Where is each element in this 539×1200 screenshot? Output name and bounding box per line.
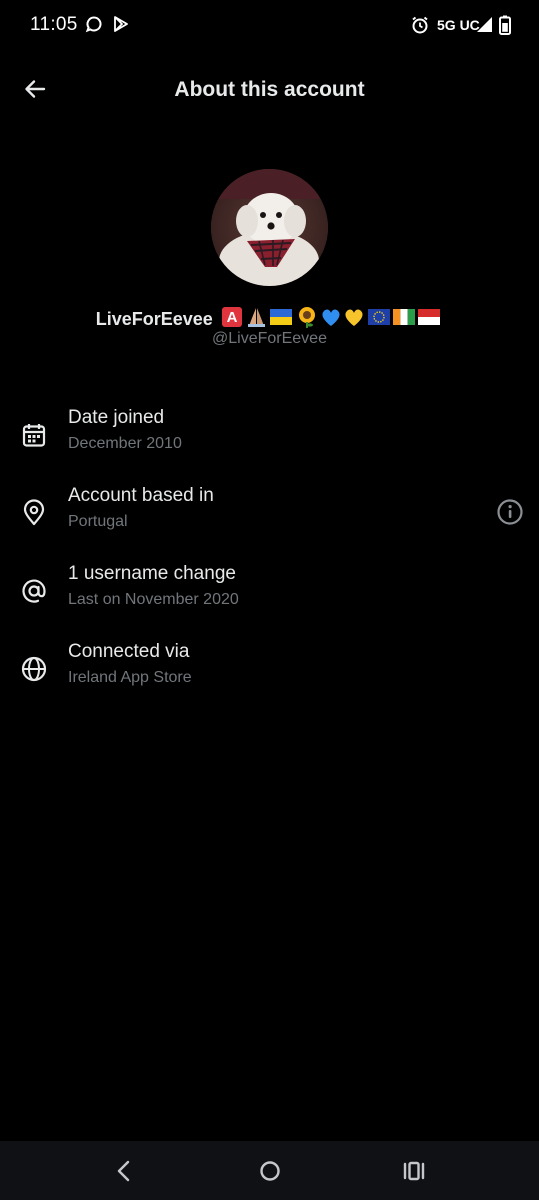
info-item-date-joined: Date joined December 2010 bbox=[0, 407, 539, 471]
nav-home-icon[interactable] bbox=[256, 1157, 284, 1185]
info-subtitle: Ireland App Store bbox=[68, 669, 192, 686]
location-pin-icon bbox=[20, 499, 48, 527]
avatar[interactable] bbox=[211, 169, 328, 286]
eu-flag-emoji bbox=[368, 309, 391, 325]
status-bar: 11:05 5G UC bbox=[0, 0, 539, 52]
handle[interactable]: @LiveForEevee bbox=[0, 330, 539, 348]
info-item-connected-via: Connected via Ireland App Store bbox=[0, 641, 539, 705]
globe-icon bbox=[20, 655, 48, 683]
status-time: 11:05 bbox=[30, 14, 78, 35]
a-button-emoji: A bbox=[222, 307, 243, 327]
info-title: 1 username change bbox=[68, 563, 236, 584]
at-sign-icon bbox=[20, 577, 48, 605]
alarm-icon bbox=[410, 15, 430, 40]
info-subtitle: Portugal bbox=[68, 513, 128, 530]
info-item-username-change: 1 username change Last on November 2020 bbox=[0, 563, 539, 627]
info-subtitle: December 2010 bbox=[68, 435, 182, 452]
chat-bubble-icon bbox=[85, 15, 103, 38]
page-title: About this account bbox=[174, 78, 365, 101]
info-title: Account based in bbox=[68, 485, 214, 506]
calendar-icon bbox=[20, 421, 48, 449]
display-name-emojis: A bbox=[221, 306, 443, 333]
info-title: Date joined bbox=[68, 407, 165, 428]
network-label: 5G UC bbox=[437, 17, 480, 33]
yellow-heart-emoji bbox=[345, 309, 363, 326]
play-store-icon bbox=[112, 15, 130, 38]
info-item-account-based-in: Account based in Portugal bbox=[0, 485, 539, 549]
display-name: LiveForEevee bbox=[95, 309, 213, 329]
info-title: Connected via bbox=[68, 641, 190, 662]
signal-icon bbox=[476, 16, 493, 38]
ukraine-flag-emoji bbox=[270, 309, 293, 325]
sunflower-emoji bbox=[299, 307, 316, 328]
svg-text:A: A bbox=[227, 309, 238, 326]
info-circle-icon[interactable] bbox=[495, 497, 525, 527]
info-subtitle: Last on November 2020 bbox=[68, 591, 239, 608]
cote-divoire-flag-emoji bbox=[393, 309, 416, 325]
folded-hands-emoji bbox=[248, 308, 266, 327]
system-nav-bar bbox=[0, 1141, 539, 1200]
nav-back-icon[interactable] bbox=[110, 1157, 138, 1185]
header: About this account bbox=[0, 62, 539, 120]
nav-recents-icon[interactable] bbox=[400, 1157, 428, 1185]
battery-icon bbox=[499, 15, 511, 40]
indonesia-flag-emoji bbox=[418, 309, 441, 325]
display-name-row: LiveForEevee A bbox=[0, 306, 539, 333]
blue-heart-emoji bbox=[322, 309, 340, 326]
